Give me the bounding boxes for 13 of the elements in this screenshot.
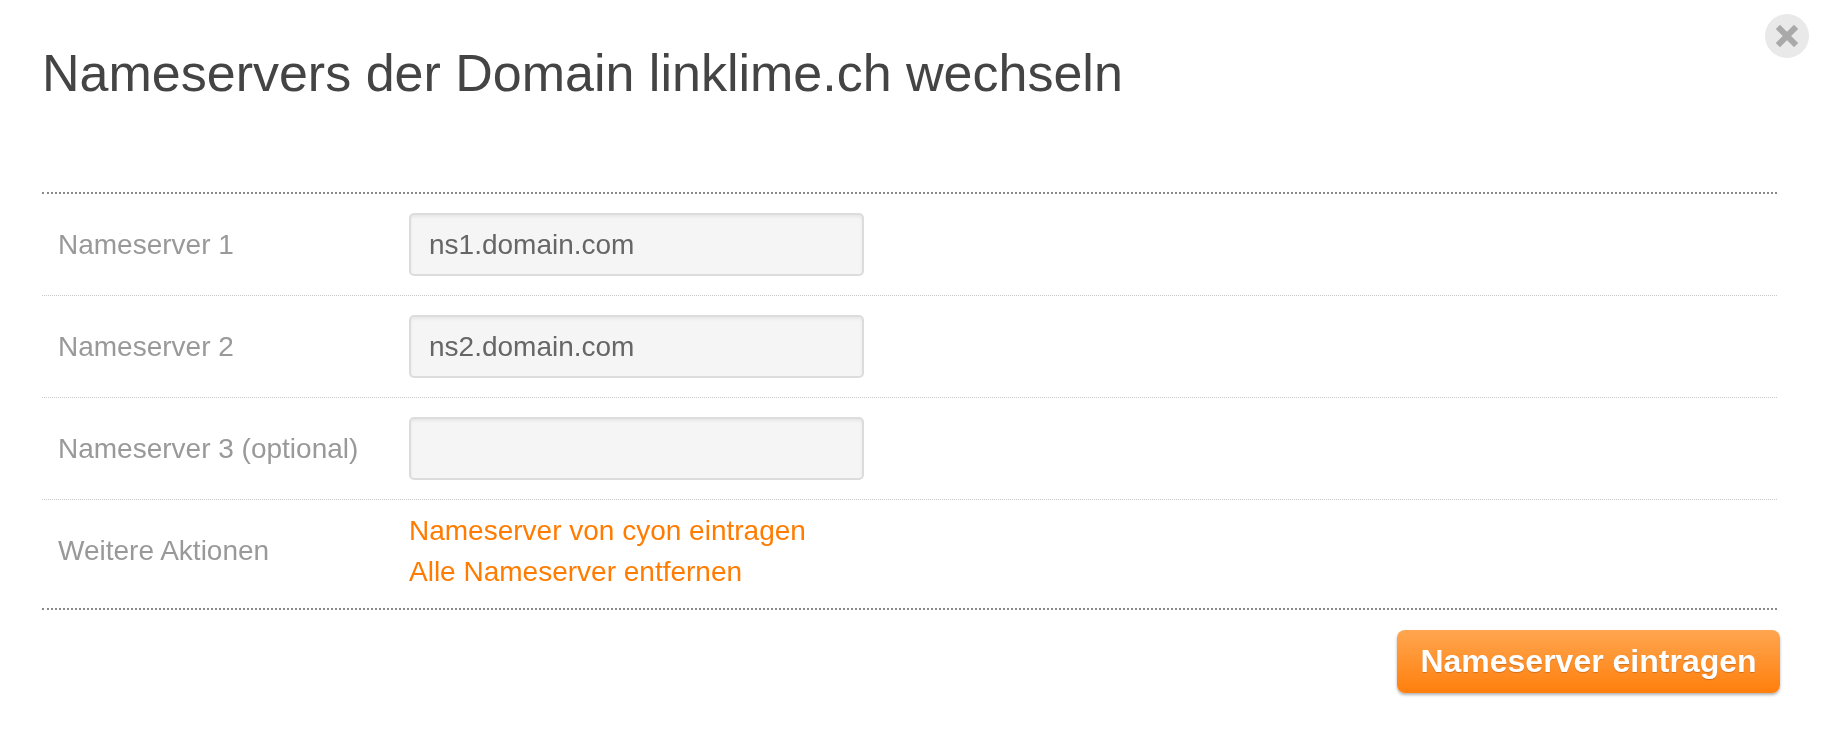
field-label: Nameserver 1 [58, 227, 234, 262]
action-link[interactable]: Alle Nameserver entfernen [409, 551, 743, 592]
dialog-title: Nameservers der Domain linklime.ch wechseln [42, 43, 1123, 103]
close-icon [1776, 25, 1798, 47]
action-link[interactable]: Nameserver von cyon eintragen [409, 510, 806, 551]
field-label: Weitere Aktionen [58, 534, 270, 568]
close-button[interactable] [1765, 14, 1809, 58]
field-label: Nameserver 3 (optional) [58, 431, 359, 466]
field-label: Nameserver 2 [58, 329, 234, 364]
input-field[interactable]: ns2.domain.com [409, 315, 864, 378]
input-field[interactable] [409, 417, 864, 480]
input-field[interactable]: ns1.domain.com [409, 213, 864, 276]
submit-button[interactable]: Nameserver eintragen [1397, 630, 1780, 693]
